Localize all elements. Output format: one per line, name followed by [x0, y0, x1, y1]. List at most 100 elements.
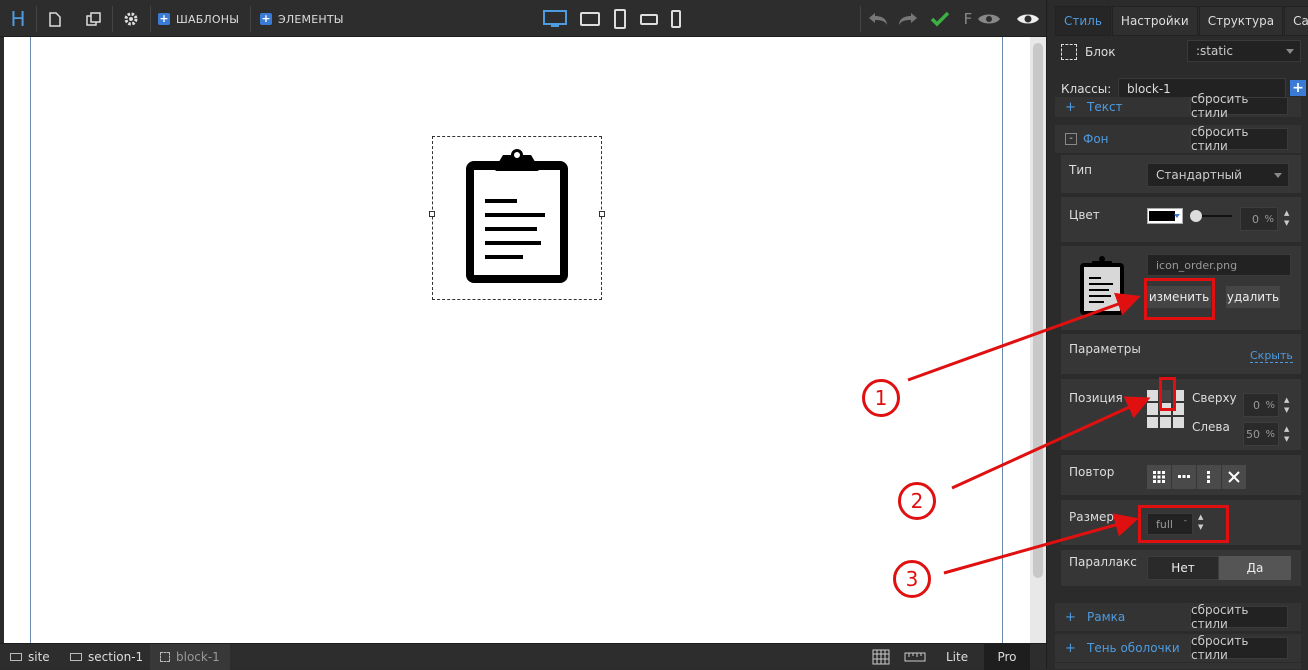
parallax-yes-button[interactable]: Да — [1219, 556, 1291, 580]
position-cell[interactable] — [1173, 416, 1184, 428]
tablet-landscape-icon[interactable] — [578, 6, 602, 32]
section-title: Фон — [1083, 132, 1109, 146]
left-offset-spinner[interactable]: ▲ ▼ — [1284, 424, 1289, 444]
annotation-box-position — [1159, 377, 1176, 411]
crumb-label: site — [28, 650, 50, 664]
pro-mode-button[interactable]: Pro — [984, 644, 1030, 670]
desktop-view-icon[interactable] — [540, 6, 570, 32]
repeat-y-icon[interactable] — [1197, 465, 1221, 489]
opacity-spinner[interactable]: ▲ ▼ — [1284, 208, 1289, 228]
block-icon — [70, 653, 82, 661]
separator — [150, 6, 151, 32]
tablet-portrait-icon[interactable] — [610, 6, 630, 32]
section-title: Тень оболочки — [1087, 641, 1180, 655]
reset-text-button[interactable]: сбросить стили — [1190, 92, 1288, 120]
no-repeat-icon[interactable] — [1222, 465, 1246, 489]
delete-image-button[interactable]: удалить — [1226, 286, 1280, 308]
redo-icon[interactable] — [896, 6, 920, 32]
top-offset-spinner[interactable]: ▲ ▼ — [1284, 395, 1289, 415]
breadcrumb-section[interactable]: section-1 — [70, 644, 143, 670]
reset-border-button[interactable]: сбросить стили — [1190, 603, 1288, 631]
plus-icon: + — [260, 12, 272, 25]
top-offset-label: Сверху — [1192, 391, 1237, 405]
params-label: Параметры — [1069, 342, 1141, 356]
collapse-icon: - — [1065, 133, 1077, 145]
gear-icon[interactable] — [120, 6, 142, 32]
font-icon[interactable]: F — [962, 6, 974, 32]
elements-button[interactable]: + ЭЛЕМЕНТЫ — [260, 6, 344, 32]
position-select[interactable]: :static — [1187, 40, 1301, 62]
section-title: Рамка — [1087, 610, 1126, 624]
section-title: Текст — [1087, 100, 1123, 114]
top-offset-input[interactable]: 0% — [1243, 393, 1279, 417]
copy-icon[interactable] — [82, 6, 104, 32]
tab-site[interactable]: Сайт — [1284, 6, 1308, 36]
separator — [36, 6, 37, 32]
elements-label: ЭЛЕМЕНТЫ — [278, 12, 344, 26]
check-icon[interactable] — [928, 6, 952, 32]
type-label: Тип — [1069, 163, 1092, 177]
tab-style[interactable]: Стиль — [1055, 6, 1111, 36]
editor-canvas[interactable] — [4, 37, 1030, 643]
color-swatch[interactable] — [1147, 208, 1183, 224]
block-label: Блок — [1085, 45, 1116, 59]
left-offset-input[interactable]: 50% — [1243, 422, 1279, 446]
parallax-no-button[interactable]: Нет — [1147, 556, 1219, 580]
panel-tabs: Стиль Настройки Структура Сайт — [1055, 6, 1308, 36]
annotation-box-change — [1144, 278, 1215, 320]
breadcrumb-block[interactable]: block-1 — [150, 644, 230, 670]
annotation-marker-2: 2 — [898, 482, 936, 520]
block-icon — [1061, 44, 1077, 60]
bg-type-select[interactable]: Стандартный — [1147, 163, 1289, 187]
tab-settings[interactable]: Настройки — [1111, 6, 1198, 36]
grid-icon[interactable] — [872, 644, 890, 670]
left-guide — [30, 37, 31, 643]
opacity-input[interactable]: 0% — [1240, 207, 1278, 231]
undo-icon[interactable] — [866, 6, 890, 32]
hide-params-link[interactable]: Скрыть — [1250, 349, 1293, 363]
annotation-marker-3: 3 — [893, 560, 931, 598]
logo[interactable]: H — [6, 6, 30, 32]
crumb-label: block-1 — [176, 650, 220, 664]
bg-type-value: Стандартный — [1156, 168, 1242, 182]
repeat-x-icon[interactable] — [1172, 465, 1196, 489]
classes-label: Классы: — [1061, 82, 1112, 96]
left-offset-label: Слева — [1192, 420, 1230, 434]
color-fill — [1149, 211, 1175, 221]
reset-shadow-button[interactable]: сбросить стили — [1190, 634, 1288, 662]
breadcrumb-site[interactable]: site — [10, 644, 50, 670]
clipboard-icon — [466, 149, 568, 283]
size-label: Размер — [1069, 510, 1115, 524]
add-class-icon[interactable]: + — [1290, 80, 1306, 96]
separator — [112, 6, 113, 32]
right-guide — [1002, 37, 1003, 643]
reset-background-button[interactable]: сбросить стили — [1190, 125, 1288, 153]
position-cell[interactable] — [1147, 416, 1158, 428]
ruler-icon[interactable] — [904, 644, 926, 670]
separator — [250, 6, 251, 32]
templates-button[interactable]: + ШАБЛОНЫ — [158, 6, 239, 32]
selected-block[interactable] — [429, 136, 605, 300]
lite-mode-button[interactable]: Lite — [946, 644, 968, 670]
repeat-all-icon[interactable] — [1147, 465, 1171, 489]
preview-eye-icon[interactable] — [976, 6, 1002, 32]
canvas-scrollbar[interactable] — [1030, 37, 1046, 643]
phone-landscape-icon[interactable] — [638, 6, 660, 32]
phone-portrait-icon[interactable] — [668, 6, 684, 32]
position-cell[interactable] — [1147, 390, 1158, 402]
position-cell[interactable] — [1147, 403, 1158, 415]
top-offset-value: 0 — [1253, 398, 1260, 412]
position-cell[interactable] — [1160, 416, 1171, 428]
block-row: Блок — [1061, 42, 1116, 62]
view-eye-icon[interactable] — [1014, 6, 1042, 32]
left-offset-value: 50 — [1246, 427, 1260, 441]
bg-image-thumbnail — [1080, 256, 1124, 315]
block-icon — [10, 653, 22, 661]
tab-structure[interactable]: Структура — [1198, 6, 1284, 36]
opacity-value: 0 — [1252, 212, 1259, 226]
bg-image-filename: icon_order.png — [1147, 254, 1291, 276]
scrollbar-thumb[interactable] — [1033, 43, 1043, 578]
opacity-slider-handle[interactable] — [1190, 210, 1202, 222]
parallax-label: Параллакс — [1069, 555, 1137, 569]
new-page-icon[interactable] — [44, 6, 66, 32]
